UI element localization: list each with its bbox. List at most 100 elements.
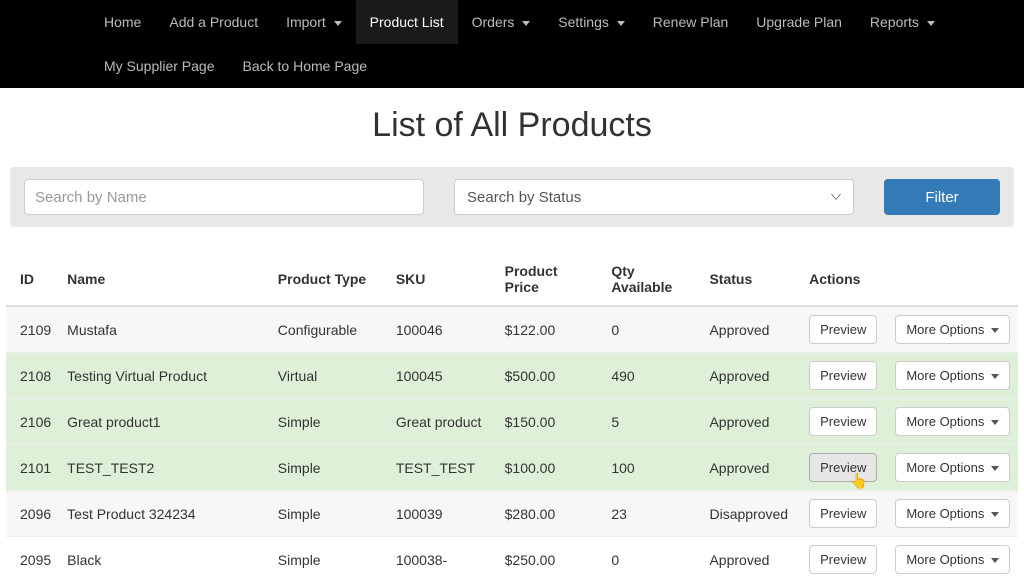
preview-button[interactable]: Preview <box>809 361 877 390</box>
cell-actions: Preview More Options <box>801 445 1018 491</box>
table-row: 2106Great product1SimpleGreat product$15… <box>6 399 1018 445</box>
more-options-button[interactable]: More Options <box>895 361 1010 390</box>
more-options-button[interactable]: More Options <box>895 453 1010 482</box>
cell-qty: 0 <box>603 537 701 582</box>
table-row: 2095BlackSimple100038-$250.000ApprovedPr… <box>6 537 1018 582</box>
cell-type: Configurable <box>270 306 388 353</box>
cell-type: Simple <box>270 399 388 445</box>
cell-actions: Preview More Options <box>801 306 1018 353</box>
cell-actions: Preview More Options <box>801 399 1018 445</box>
table-row: 2109MustafaConfigurable100046$122.000App… <box>6 306 1018 353</box>
nav-add-a-product[interactable]: Add a Product <box>155 0 272 44</box>
cell-status: Disapproved <box>701 491 801 537</box>
chevron-down-icon <box>831 194 841 200</box>
cell-actions: Preview More Options <box>801 537 1018 582</box>
cell-price: $122.00 <box>497 306 604 353</box>
more-options-button[interactable]: More Options <box>895 315 1010 344</box>
cell-id: 2108 <box>6 353 59 399</box>
cell-name: TEST_TEST2 <box>59 445 270 491</box>
col-sku: SKU <box>388 253 497 306</box>
cell-price: $100.00 <box>497 445 604 491</box>
nav-orders[interactable]: Orders <box>458 0 545 44</box>
cell-actions: Preview More Options <box>801 353 1018 399</box>
cell-status: Approved <box>701 399 801 445</box>
search-name-input[interactable] <box>24 179 424 215</box>
preview-button[interactable]: Preview <box>809 499 877 528</box>
col-id: ID <box>6 253 59 306</box>
caret-down-icon <box>991 512 999 517</box>
caret-down-icon <box>334 21 342 26</box>
nav-renew-plan[interactable]: Renew Plan <box>639 0 743 44</box>
cell-status: Approved <box>701 445 801 491</box>
caret-down-icon <box>522 21 530 26</box>
cell-name: Mustafa <box>59 306 270 353</box>
cell-name: Great product1 <box>59 399 270 445</box>
cell-qty: 0 <box>603 306 701 353</box>
cell-qty: 100 <box>603 445 701 491</box>
cell-id: 2096 <box>6 491 59 537</box>
preview-button[interactable]: Preview <box>809 407 877 436</box>
cell-id: 2095 <box>6 537 59 582</box>
cell-qty: 23 <box>603 491 701 537</box>
filter-button[interactable]: Filter <box>884 179 1000 215</box>
cell-type: Virtual <box>270 353 388 399</box>
caret-down-icon <box>991 466 999 471</box>
top-navbar: HomeAdd a ProductImport Product ListOrde… <box>0 0 1024 88</box>
nav-import[interactable]: Import <box>272 0 356 44</box>
cell-sku: TEST_TEST <box>388 445 497 491</box>
more-options-button[interactable]: More Options <box>895 545 1010 574</box>
col-actions: Actions <box>801 253 1018 306</box>
cell-sku: 100045 <box>388 353 497 399</box>
cell-id: 2106 <box>6 399 59 445</box>
cell-name: Black <box>59 537 270 582</box>
caret-down-icon <box>991 328 999 333</box>
table-row: 2096Test Product 324234Simple100039$280.… <box>6 491 1018 537</box>
cell-id: 2101 <box>6 445 59 491</box>
more-options-button[interactable]: More Options <box>895 499 1010 528</box>
table-row: 2101TEST_TEST2SimpleTEST_TEST$100.00100A… <box>6 445 1018 491</box>
cell-status: Approved <box>701 306 801 353</box>
cell-type: Simple <box>270 491 388 537</box>
col-product-price: Product Price <box>497 253 604 306</box>
cell-qty: 490 <box>603 353 701 399</box>
caret-down-icon <box>991 420 999 425</box>
cell-id: 2109 <box>6 306 59 353</box>
nav-back-to-home-page[interactable]: Back to Home Page <box>229 44 382 88</box>
caret-down-icon <box>617 21 625 26</box>
caret-down-icon <box>991 374 999 379</box>
col-qty-available: Qty Available <box>603 253 701 306</box>
cell-status: Approved <box>701 537 801 582</box>
nav-reports[interactable]: Reports <box>856 0 949 44</box>
nav-upgrade-plan[interactable]: Upgrade Plan <box>742 0 856 44</box>
search-status-select[interactable]: Search by Status <box>454 179 854 215</box>
cell-sku: 100038- <box>388 537 497 582</box>
preview-button[interactable]: Preview <box>809 453 877 482</box>
caret-down-icon <box>927 21 935 26</box>
col-status: Status <box>701 253 801 306</box>
cell-name: Testing Virtual Product <box>59 353 270 399</box>
cell-price: $500.00 <box>497 353 604 399</box>
more-options-button[interactable]: More Options <box>895 407 1010 436</box>
cell-price: $250.00 <box>497 537 604 582</box>
cell-type: Simple <box>270 537 388 582</box>
preview-button[interactable]: Preview <box>809 315 877 344</box>
cell-name: Test Product 324234 <box>59 491 270 537</box>
products-table: IDNameProduct TypeSKUProduct PriceQty Av… <box>6 253 1018 582</box>
page-title: List of All Products <box>0 106 1024 145</box>
cell-qty: 5 <box>603 399 701 445</box>
nav-product-list[interactable]: Product List <box>356 0 458 44</box>
table-row: 2108Testing Virtual ProductVirtual100045… <box>6 353 1018 399</box>
col-name: Name <box>59 253 270 306</box>
col-product-type: Product Type <box>270 253 388 306</box>
cell-price: $280.00 <box>497 491 604 537</box>
cell-actions: Preview More Options <box>801 491 1018 537</box>
nav-home[interactable]: Home <box>90 0 155 44</box>
nav-settings[interactable]: Settings <box>544 0 638 44</box>
nav-my-supplier-page[interactable]: My Supplier Page <box>90 44 229 88</box>
cell-price: $150.00 <box>497 399 604 445</box>
cell-type: Simple <box>270 445 388 491</box>
preview-button[interactable]: Preview <box>809 545 877 574</box>
cell-status: Approved <box>701 353 801 399</box>
filter-bar: Search by Status Filter <box>10 167 1014 227</box>
cell-sku: 100046 <box>388 306 497 353</box>
